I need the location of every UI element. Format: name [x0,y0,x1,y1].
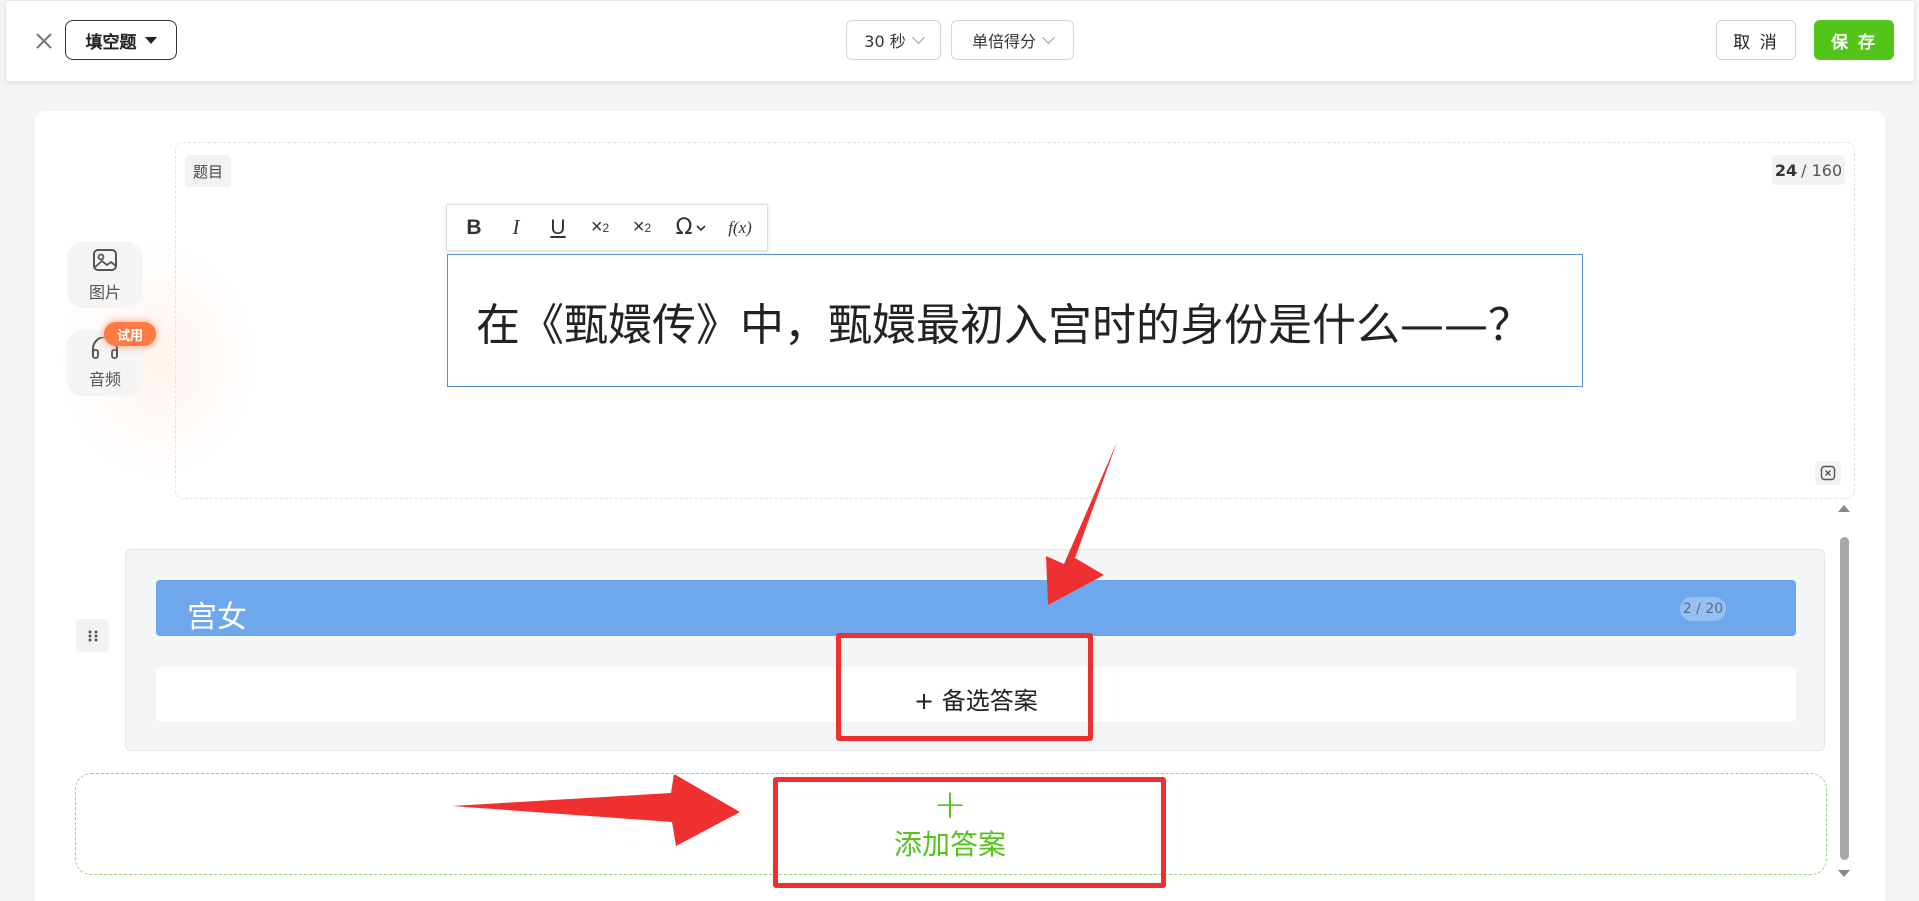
arrow-right-annotation [452,774,740,846]
arrow-down-annotation [1046,442,1117,605]
annotation-arrows [452,442,1117,846]
